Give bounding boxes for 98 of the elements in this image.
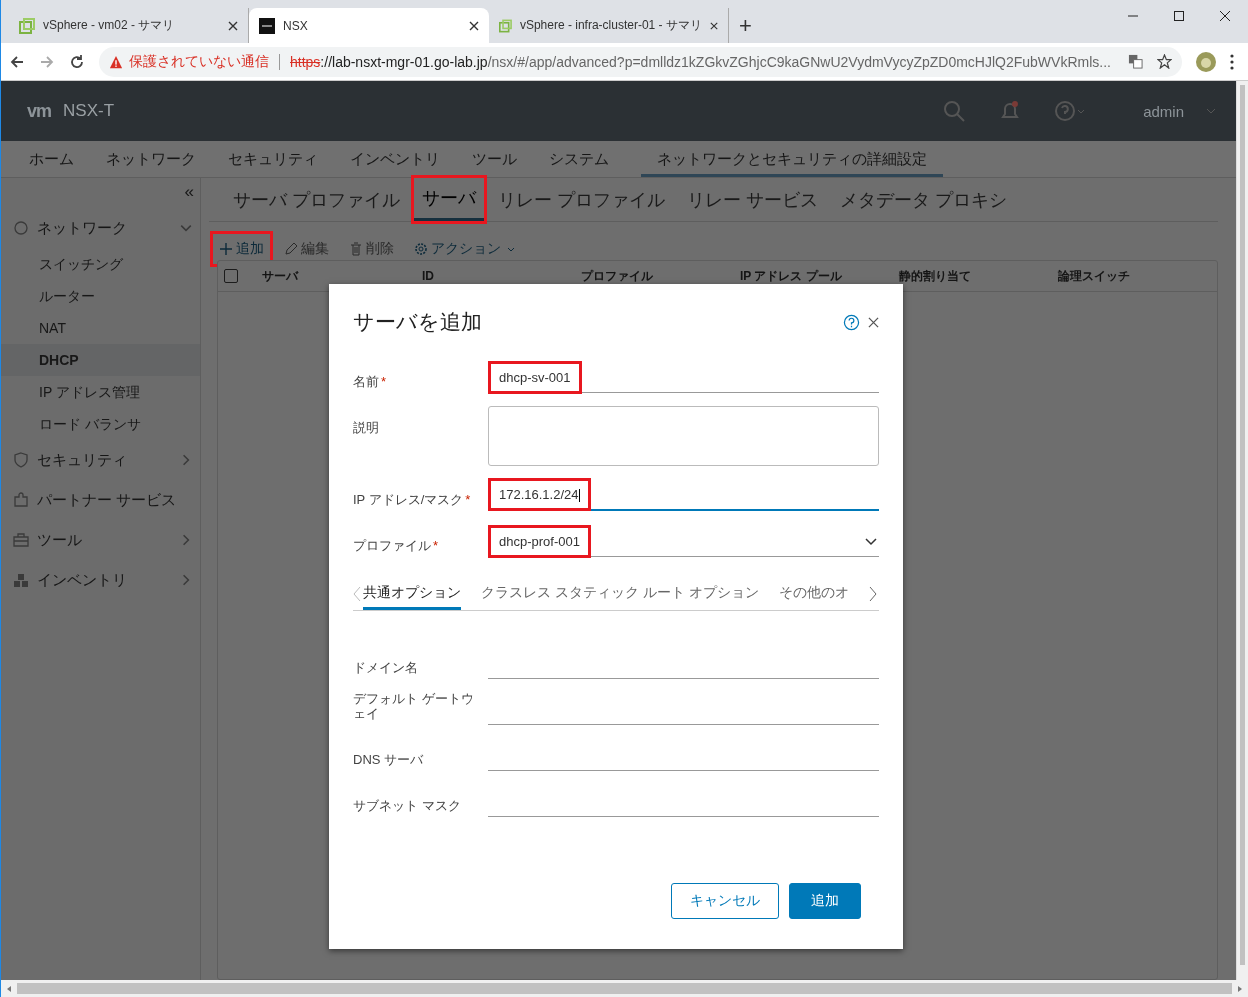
- caret-icon: [507, 246, 515, 252]
- plus-icon: [219, 242, 233, 256]
- close-icon[interactable]: [709, 20, 718, 31]
- help-icon[interactable]: [843, 313, 860, 331]
- option-tab[interactable]: クラスレス スタティック ルート オプション: [481, 578, 759, 610]
- field-label: 名前*: [353, 373, 388, 391]
- product-name: NSX-T: [63, 101, 114, 121]
- chevron-icon[interactable]: [180, 534, 192, 546]
- shield-icon: [13, 452, 29, 468]
- menu-icon[interactable]: [1230, 53, 1234, 70]
- pencil-icon: [284, 242, 298, 256]
- nav-tab[interactable]: ホーム: [13, 141, 90, 177]
- scroll-right-icon[interactable]: [868, 586, 877, 602]
- sidebar-group[interactable]: パートナー サービス: [1, 480, 200, 520]
- forward-icon[interactable]: [39, 53, 55, 70]
- address-field[interactable]: 保護されていない通信 https://lab-nsxt-mgr-01.go-lab.jp/nsx/#/app/advanced?p=dmlldz1kZGkvZGhjcC9kaGNwU2VydmVycyZpZD0mcHJlQ2FubWVkRmls...: [99, 46, 1182, 77]
- column-header: ID: [422, 269, 435, 283]
- nav-tab[interactable]: システム: [533, 141, 625, 177]
- add-button[interactable]: 追加: [789, 883, 861, 919]
- vsphere-logo-icon: [19, 17, 35, 34]
- column-header: サーバ: [262, 267, 300, 285]
- back-icon[interactable]: [9, 53, 25, 70]
- option-tab[interactable]: 共通オプション: [363, 578, 461, 610]
- user-menu[interactable]: admin: [1143, 102, 1184, 120]
- vm-logo: vm: [27, 100, 51, 122]
- gear-icon: [414, 242, 428, 256]
- caret-icon[interactable]: [1206, 108, 1216, 114]
- search-icon[interactable]: [943, 100, 966, 122]
- input-field[interactable]: 172.16.1.2/24: [488, 478, 879, 511]
- security-warning: 保護されていない通信: [129, 52, 269, 71]
- sidebar-item[interactable]: NAT: [1, 312, 200, 344]
- description-field[interactable]: [488, 406, 879, 466]
- nav-tab[interactable]: ネットワーク: [90, 141, 212, 177]
- sidebar-item[interactable]: スイッチング: [1, 248, 200, 280]
- chevron-icon[interactable]: [180, 454, 192, 466]
- column-header: IP アドレス プール: [740, 267, 843, 285]
- column-header: 論理スイッチ: [1058, 267, 1131, 285]
- collapse-button[interactable]: «: [184, 182, 194, 208]
- add-button[interactable]: 追加: [213, 234, 270, 264]
- close-icon[interactable]: [228, 20, 238, 31]
- nav-tab[interactable]: セキュリティ: [212, 141, 334, 177]
- field-label: IP アドレス/マスク*: [353, 491, 472, 509]
- field-label: デフォルト ゲートウェイ: [353, 692, 475, 723]
- url-text: https://lab-nsxt-mgr-01.go-lab.jp/nsx/#/app/advanced?p=dmlldz1kZGkvZGhjcC9kaGNwU2VydmVycyZpZD0mcHJlQ2FubWVkRmls...: [290, 53, 1112, 70]
- sidebar-item[interactable]: DHCP: [1, 344, 200, 376]
- actions-button[interactable]: アクション: [408, 234, 521, 264]
- field-label: 説明: [353, 419, 380, 437]
- dialog-title: サーバを追加: [353, 309, 483, 335]
- field-label: プロファイル*: [353, 537, 440, 555]
- sub-tab[interactable]: メタデータ プロキシ: [832, 178, 1016, 221]
- close-icon[interactable]: [469, 20, 479, 31]
- browser-tab[interactable]: NSX: [249, 8, 489, 43]
- vsphere-logo-icon: [499, 17, 512, 34]
- select-field[interactable]: dhcp-prof-001: [488, 524, 879, 557]
- sidebar-group[interactable]: インベントリ: [1, 560, 200, 600]
- option-tab[interactable]: その他のオ: [778, 578, 849, 610]
- input-field[interactable]: dhcp-sv-001: [488, 360, 879, 393]
- translate-icon[interactable]: [1128, 54, 1143, 69]
- scroll-left-icon[interactable]: [353, 586, 361, 602]
- new-tab-button[interactable]: +: [729, 8, 762, 43]
- column-header: 静的割り当て: [899, 267, 972, 285]
- maximize-icon[interactable]: [1173, 10, 1185, 22]
- sub-tab[interactable]: リレー プロファイル: [490, 178, 674, 221]
- trash-icon: [349, 242, 363, 256]
- warning-icon: [109, 54, 123, 69]
- close-icon[interactable]: [868, 316, 879, 328]
- chevron-down-icon[interactable]: [865, 538, 877, 546]
- nav-tab[interactable]: インベントリ: [334, 141, 456, 177]
- avatar-icon[interactable]: [1196, 51, 1216, 72]
- sidebar-group[interactable]: ネットワーク: [1, 208, 200, 248]
- nav-tab[interactable]: ツール: [456, 141, 533, 177]
- star-icon[interactable]: [1157, 54, 1172, 69]
- scrollbar[interactable]: [1, 980, 1248, 997]
- scroll-left-icon[interactable]: [5, 984, 13, 993]
- sidebar-item[interactable]: ルーター: [1, 280, 200, 312]
- sidebar-item[interactable]: ロード バランサ: [1, 408, 200, 440]
- scroll-right-icon[interactable]: [1236, 984, 1244, 993]
- checkbox[interactable]: [224, 269, 238, 283]
- sub-tab[interactable]: リレー サービス: [679, 178, 827, 221]
- nav-tab[interactable]: ネットワークとセキュリティの詳細設定: [641, 141, 943, 177]
- sub-tab[interactable]: サーバ: [414, 178, 484, 221]
- sidebar-group[interactable]: セキュリティ: [1, 440, 200, 480]
- sidebar-group[interactable]: ツール: [1, 520, 200, 560]
- chevron-icon[interactable]: [180, 222, 192, 234]
- reload-icon[interactable]: [69, 53, 85, 70]
- nsx-logo-icon: [259, 17, 275, 34]
- scrollbar[interactable]: [1236, 81, 1248, 980]
- sidebar-item[interactable]: IP アドレス管理: [1, 376, 200, 408]
- field-label: サブネット マスク: [353, 798, 462, 815]
- field-label: ドメイン名: [353, 660, 419, 677]
- toolbox-icon: [13, 532, 29, 548]
- field-label: DNS サーバ: [353, 752, 425, 769]
- close-icon[interactable]: [1219, 10, 1231, 22]
- cancel-button[interactable]: キャンセル: [671, 883, 779, 919]
- cubes-icon: [13, 572, 29, 588]
- sub-tab[interactable]: サーバ プロファイル: [225, 178, 408, 221]
- column-header: プロファイル: [581, 267, 654, 285]
- chevron-icon[interactable]: [180, 574, 192, 586]
